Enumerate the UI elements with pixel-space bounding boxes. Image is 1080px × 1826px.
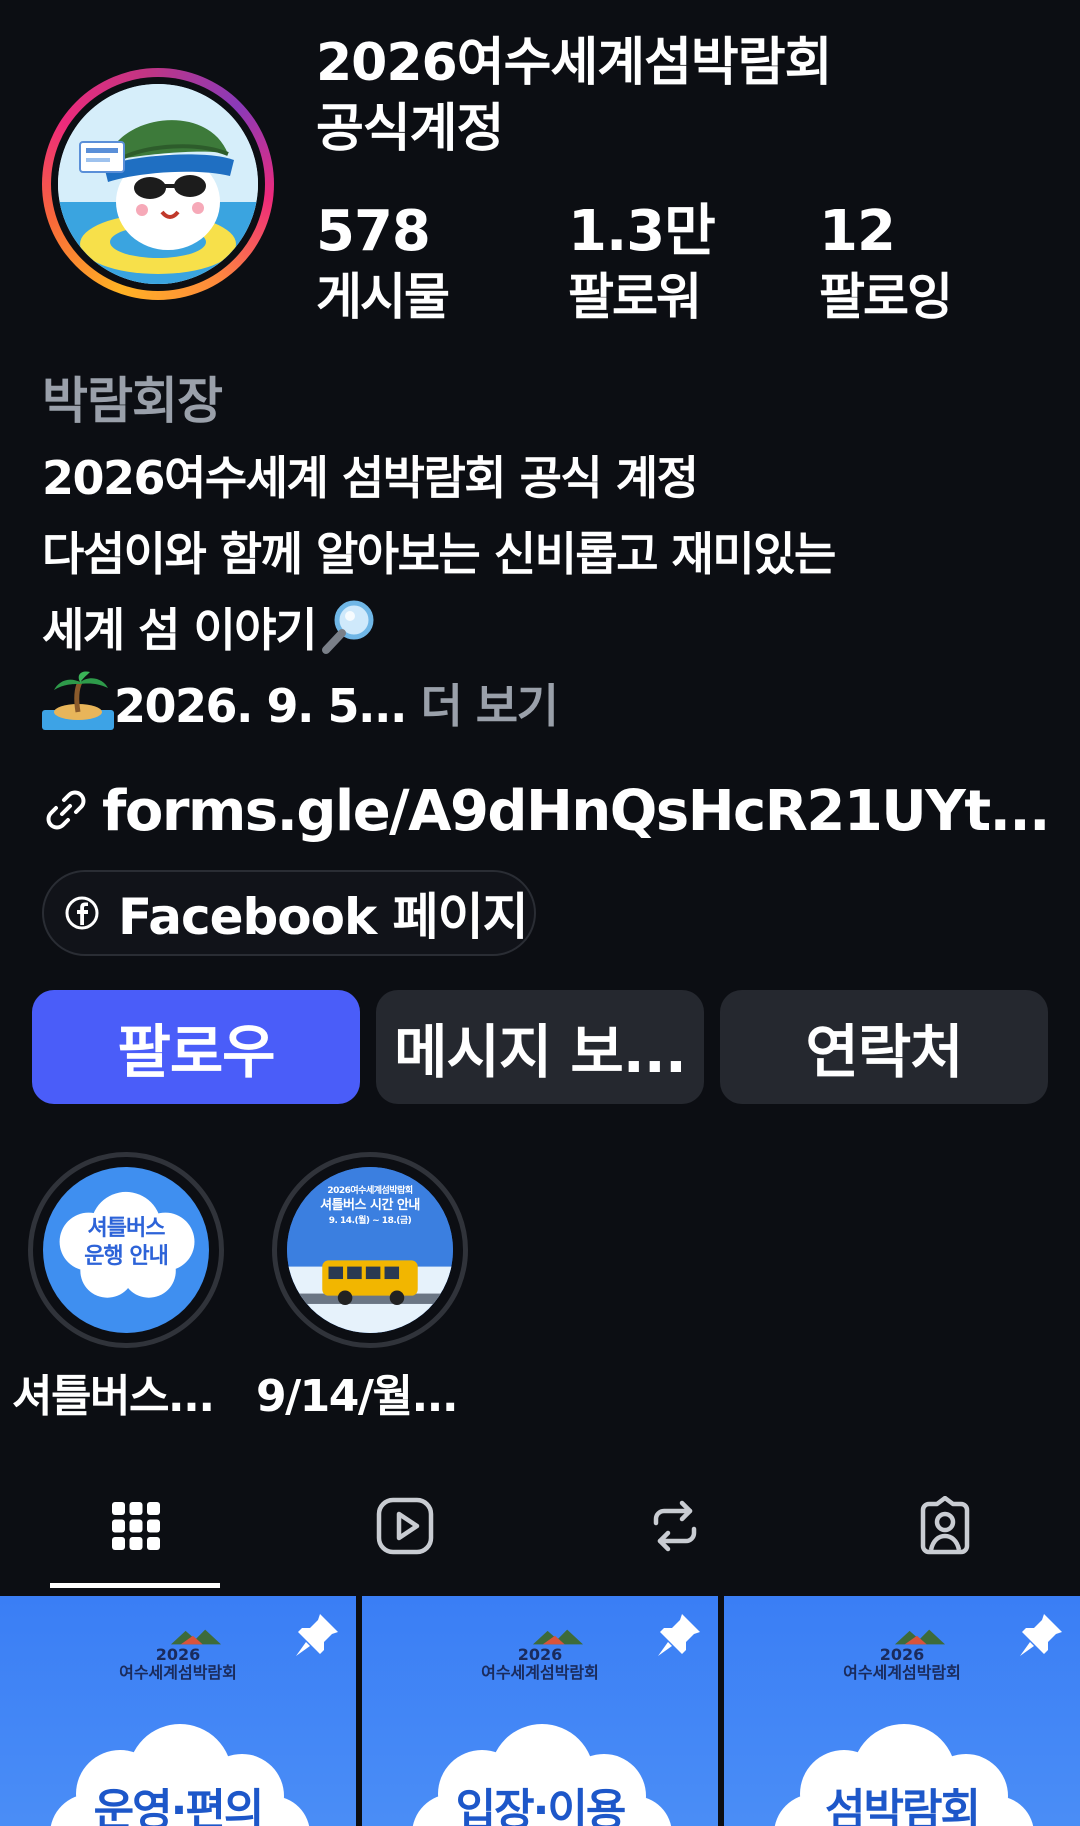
mascot-avatar-image (58, 84, 258, 284)
tab-grid[interactable] (76, 1490, 196, 1562)
highlight-shuttle-schedule[interactable]: 2026여수세계섬박람회 셔틀버스 시간 안내 9. 14.(월) ~ 18.(… (272, 1152, 468, 1348)
avatar-gap (51, 77, 265, 291)
stat-followers-label: 팔로워 (568, 268, 702, 326)
post-title: 운영·편의 (93, 1785, 265, 1826)
expo-title: 2026 여수세계섬박람회 (724, 1646, 1080, 1682)
stat-following-count: 12 (819, 199, 896, 264)
avatar (58, 84, 258, 284)
contact-button[interactable]: 연락처 (720, 990, 1048, 1104)
bio-line-3-text: 세계 섬 이야기 (42, 603, 317, 657)
active-tab-indicator (50, 1583, 220, 1588)
more-link[interactable]: 더 보기 (420, 679, 558, 733)
stat-posts-count: 578 (316, 199, 431, 264)
post-tile[interactable]: 2026 여수세계섬박람회 섬박람회 (724, 1596, 1080, 1826)
post-tile[interactable]: 2026 여수세계섬박람회 운영·편의 (0, 1596, 356, 1826)
post-title: 입장·이용 (455, 1785, 627, 1826)
repost-icon (653, 1500, 697, 1552)
stat-posts[interactable]: 578 게시물 (316, 200, 536, 328)
tab-reposts[interactable] (615, 1490, 735, 1562)
link-icon (42, 776, 90, 830)
stat-posts-label: 게시물 (316, 268, 450, 326)
expo-name: 여수세계섬박람회 (481, 1663, 599, 1682)
expo-title: 2026 여수세계섬박람회 (362, 1646, 718, 1682)
profile-link[interactable]: forms.gle/A9dHnQsHcR21UYt... (42, 772, 1062, 852)
follow-button[interactable]: 팔로우 (32, 990, 360, 1104)
highlight-cover: 셔틀버스 운행 안내 (43, 1167, 209, 1333)
highlight-cover: 2026여수세계섬박람회 셔틀버스 시간 안내 9. 14.(월) ~ 18.(… (287, 1167, 453, 1333)
magnifying-glass-icon (320, 596, 380, 656)
bio-line-1: 2026여수세계 섬박람회 공식 계정 (42, 451, 699, 505)
profile-bio: 2026여수세계 섬박람회 공식 계정 다섬이와 함께 알아보는 신비롭고 재미… (42, 440, 1052, 744)
account-name-line1: 2026여수세계섬박람회 (316, 33, 832, 93)
expo-title: 2026 여수세계섬박람회 (0, 1646, 356, 1682)
facebook-page-label: Facebook 페이지 (118, 888, 529, 946)
highlight-cover-text-1: 2026여수세계섬박람회 (327, 1186, 413, 1196)
highlight-shuttle-bus[interactable]: 셔틀버스 운행 안내 (28, 1152, 224, 1348)
stat-following[interactable]: 12 팔로잉 (819, 200, 1039, 328)
grid-icon (112, 1502, 160, 1550)
account-name-line2: 공식계정 (316, 99, 504, 159)
expo-year: 2026 (517, 1645, 563, 1664)
bio-line-2: 다섬이와 함께 알아보는 신비롭고 재미있는 (42, 527, 836, 581)
bio-line-4-text: 2026. 9. 5... (114, 679, 407, 733)
reels-play-icon (376, 1497, 434, 1555)
stat-followers[interactable]: 1.3만 팔로워 (568, 200, 788, 328)
highlight-cover-text-3: 9. 14.(월) ~ 18.(금) (328, 1216, 412, 1226)
profile-category: 박람회장 (42, 372, 223, 430)
facebook-icon (64, 895, 100, 931)
desert-island-icon (42, 670, 114, 730)
bio-line-3: 세계 섬 이야기 (42, 592, 1052, 668)
tagged-person-icon (920, 1496, 970, 1555)
stat-following-label: 팔로잉 (819, 268, 953, 326)
tab-tagged[interactable] (885, 1490, 1005, 1562)
expo-year: 2026 (879, 1645, 925, 1664)
highlight-cover-text-2: 운행 안내 (84, 1244, 169, 1269)
expo-name: 여수세계섬박람회 (119, 1663, 237, 1682)
message-button[interactable]: 메시지 보... (376, 990, 704, 1104)
expo-name: 여수세계섬박람회 (843, 1663, 961, 1682)
account-name: 2026여수세계섬박람회 공식계정 (316, 30, 956, 162)
bio-line-4: 2026. 9. 5... 더 보기 (42, 668, 1052, 744)
expo-year: 2026 (155, 1645, 201, 1664)
highlight-shuttle-schedule-label[interactable]: 9/14/월... (256, 1360, 459, 1424)
stat-followers-count: 1.3만 (568, 199, 716, 264)
profile-avatar-story-ring[interactable] (42, 68, 274, 300)
highlight-cover-text-1: 셔틀버스 (87, 1216, 166, 1241)
facebook-page-chip[interactable]: Facebook 페이지 (42, 870, 536, 956)
profile-link-text: forms.gle/A9dHnQsHcR21UYt... (102, 779, 1050, 844)
post-tile[interactable]: 2026 여수세계섬박람회 입장·이용 (362, 1596, 718, 1826)
highlight-cover-text-2: 셔틀버스 시간 안내 (320, 1198, 420, 1213)
post-title: 섬박람회 (825, 1785, 981, 1826)
tab-reels[interactable] (345, 1490, 465, 1562)
highlight-shuttle-bus-label[interactable]: 셔틀버스... (12, 1360, 215, 1424)
